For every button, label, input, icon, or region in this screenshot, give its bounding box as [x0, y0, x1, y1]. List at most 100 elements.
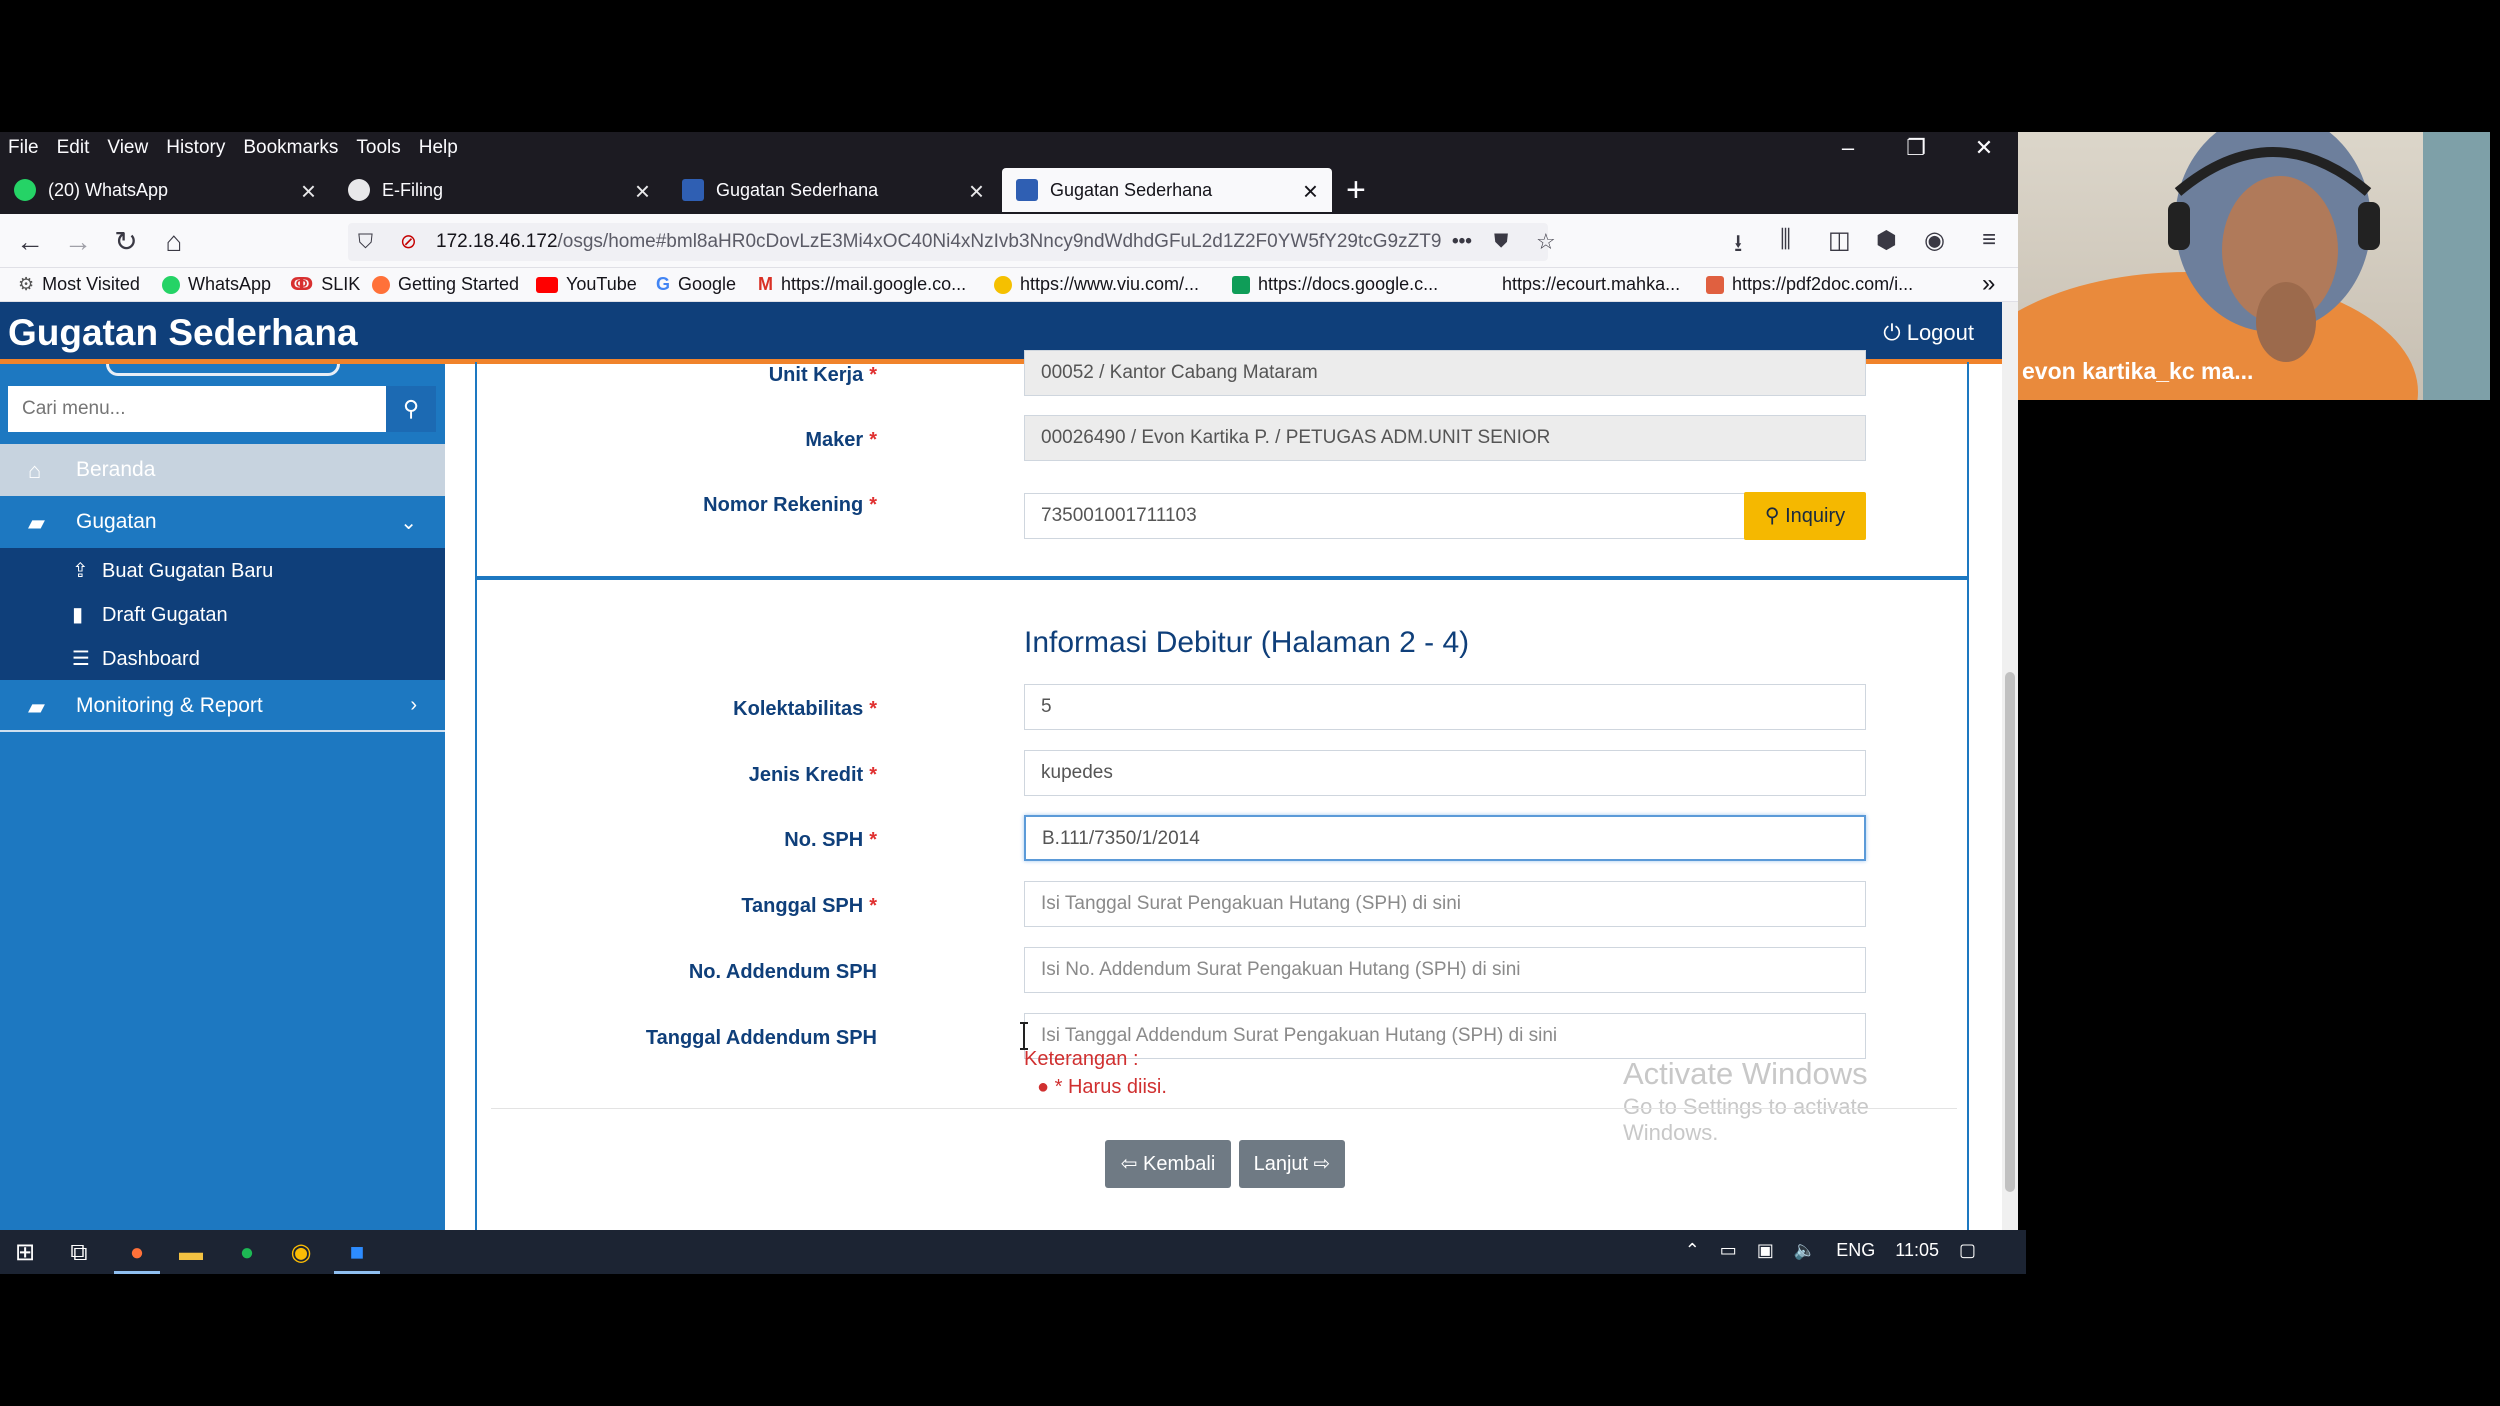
extension-icon[interactable]: ⬢	[1876, 226, 1897, 255]
back-icon[interactable]: ←	[12, 224, 48, 260]
file-explorer-icon[interactable]: ▬	[176, 1238, 206, 1268]
close-icon[interactable]: ×	[635, 176, 650, 207]
sidebar-subitem-dashboard[interactable]: ☰ Dashboard	[72, 646, 200, 671]
minimize-button[interactable]: –	[1814, 132, 1882, 164]
download-icon[interactable]: ⭳	[1734, 226, 1742, 267]
sidebar-item-beranda[interactable]: ⌂ Beranda	[0, 444, 445, 496]
tab-whatsapp[interactable]: (20) WhatsApp ×	[0, 168, 330, 212]
bookmark-docs[interactable]: https://docs.google.c...	[1232, 274, 1438, 295]
bookmark-ecourt[interactable]: https://ecourt.mahka...	[1502, 274, 1680, 295]
tab-gugatan-1[interactable]: Gugatan Sederhana ×	[668, 168, 998, 212]
windows-start-icon[interactable]: ⊞	[10, 1238, 40, 1268]
bookmark-slik[interactable]: ↂ SLIK	[290, 274, 360, 295]
menu-bookmarks[interactable]: Bookmarks	[234, 137, 347, 159]
url-text[interactable]: 172.18.46.172/osgs/home#bml8aHR0cDovLzE3…	[436, 223, 1446, 261]
bookmark-gmail[interactable]: Mhttps://mail.google.co...	[758, 274, 966, 295]
section-title: Informasi Debitur (Halaman 2 - 4)	[1024, 626, 1470, 659]
required-mark: *	[869, 764, 877, 786]
account-icon[interactable]: ◉	[1924, 226, 1945, 255]
chevron-right-icon: ›	[410, 694, 417, 716]
network-icon[interactable]: ▣	[1757, 1240, 1774, 1261]
label-text: Kolektabilitas	[733, 698, 864, 720]
menu-history[interactable]: History	[157, 137, 234, 159]
shield-icon[interactable]: ⛉	[358, 223, 373, 261]
tab-efiling[interactable]: E-Filing ×	[334, 168, 664, 212]
close-window-button[interactable]: ✕	[1950, 132, 2018, 164]
bookmark-pdf2doc[interactable]: https://pdf2doc.com/i...	[1706, 274, 1913, 295]
next-button[interactable]: Lanjut ⇨	[1239, 1140, 1345, 1188]
address-bar[interactable]: ⛉ ⊘ 172.18.46.172/osgs/home#bml8aHR0cDov…	[348, 223, 1556, 261]
hamburger-menu-icon[interactable]: ≡	[1982, 226, 1996, 254]
new-tab-button[interactable]: +	[1346, 168, 1366, 212]
nomor-rekening-field[interactable]: 735001001711103	[1024, 493, 1746, 539]
no-sph-field[interactable]: B.111/7350/1/2014	[1024, 815, 1866, 861]
spotify-icon[interactable]: ●	[232, 1238, 262, 1268]
sidebar-item-monitoring[interactable]: ▰ Monitoring & Report ›	[0, 680, 445, 732]
keterangan-text: * Harus diisi.	[1054, 1076, 1167, 1098]
sidebar-item-label: Gugatan	[76, 510, 157, 533]
kolektabilitas-field[interactable]: 5	[1024, 684, 1866, 730]
tab-gugatan-active[interactable]: Gugatan Sederhana ×	[1002, 168, 1332, 212]
unit-kerja-field[interactable]: 00052 / Kantor Cabang Mataram	[1024, 350, 1866, 396]
logout-button[interactable]: ⏻ Logout	[1883, 320, 1974, 346]
more-actions-icon[interactable]: •••	[1452, 223, 1472, 261]
clock[interactable]: 11:05	[1895, 1240, 1939, 1261]
insecure-lock-icon[interactable]: ⊘	[400, 223, 417, 261]
close-icon[interactable]: ×	[301, 176, 316, 207]
sidebar-subitem-draft[interactable]: ▮ Draft Gugatan	[72, 602, 228, 627]
more-bookmarks-icon[interactable]: »	[1982, 270, 1995, 298]
scrollbar-thumb[interactable]	[2005, 672, 2015, 1192]
home-icon[interactable]: ⌂	[156, 224, 192, 260]
sidebar-subitem-buat-gugatan[interactable]: ⇪ Buat Gugatan Baru	[72, 558, 273, 583]
bookmark-most-visited[interactable]: ⚙ Most Visited	[18, 274, 140, 295]
jenis-kredit-label: Jenis Kredit *	[477, 764, 877, 787]
firefox-icon[interactable]: ●	[122, 1238, 152, 1268]
bookmark-youtube[interactable]: YouTube	[536, 274, 637, 295]
menu-help[interactable]: Help	[410, 137, 467, 159]
maker-field[interactable]: 00026490 / Evon Kartika P. / PETUGAS ADM…	[1024, 415, 1866, 461]
menu-tools[interactable]: Tools	[347, 137, 409, 159]
library-icon[interactable]: ⫼	[1780, 226, 1791, 254]
sidebar-submenu: ⇪ Buat Gugatan Baru ▮ Draft Gugatan ☰ Dashb…	[0, 548, 445, 680]
chevron-up-icon[interactable]: ⌃	[1685, 1240, 1700, 1261]
home-icon: ⌂	[28, 458, 42, 483]
sidebar-icon[interactable]: ◫	[1828, 226, 1851, 255]
menu-view[interactable]: View	[98, 137, 157, 159]
tanggal-sph-field[interactable]: Isi Tanggal Surat Pengakuan Hutang (SPH)…	[1024, 881, 1866, 927]
bookmark-viu[interactable]: https://www.viu.com/...	[994, 274, 1199, 295]
restore-button[interactable]: ❐	[1882, 132, 1950, 164]
bookmark-whatsapp[interactable]: WhatsApp	[162, 274, 271, 295]
label-text: Unit Kerja	[768, 364, 864, 386]
browser-window: File Edit View History Bookmarks Tools H…	[0, 132, 2018, 1230]
battery-icon[interactable]: ▭	[1720, 1240, 1737, 1261]
bullet-icon: ●	[1037, 1076, 1055, 1098]
bookmark-getting-started[interactable]: Getting Started	[372, 274, 519, 295]
forward-icon[interactable]: →	[60, 224, 96, 260]
required-mark: *	[869, 364, 877, 386]
chrome-icon[interactable]: ◉	[286, 1238, 316, 1268]
tanggal-addendum-field[interactable]: Isi Tanggal Addendum Surat Pengakuan Hut…	[1024, 1013, 1866, 1059]
no-addendum-field[interactable]: Isi No. Addendum Surat Pengakuan Hutang …	[1024, 947, 1866, 993]
reload-icon[interactable]: ↻	[108, 224, 144, 260]
close-icon[interactable]: ×	[969, 176, 984, 207]
pocket-icon[interactable]: ⛊	[1494, 223, 1508, 261]
close-icon[interactable]: ×	[1303, 176, 1318, 207]
keterangan-label: Keterangan :	[1024, 1048, 1139, 1070]
label-text: Nomor Rekening	[703, 494, 864, 516]
notifications-icon[interactable]: ▢	[1959, 1240, 1976, 1261]
page-scrollbar[interactable]	[2002, 302, 2018, 1230]
task-view-icon[interactable]: ⧉	[64, 1238, 94, 1268]
menu-edit[interactable]: Edit	[48, 137, 99, 159]
volume-icon[interactable]: 🔈	[1794, 1240, 1816, 1261]
menu-search-input[interactable]	[8, 386, 386, 432]
language-indicator[interactable]: ENG	[1836, 1240, 1875, 1261]
inquiry-button[interactable]: ⚲ Inquiry	[1744, 492, 1866, 540]
zoom-icon[interactable]: ■	[342, 1238, 372, 1268]
menu-file[interactable]: File	[0, 137, 48, 159]
jenis-kredit-field[interactable]: kupedes	[1024, 750, 1866, 796]
sidebar-item-gugatan[interactable]: ▰ Gugatan ⌄	[0, 496, 445, 548]
search-button[interactable]: ⚲	[386, 386, 436, 432]
bookmark-star-icon[interactable]: ☆	[1536, 223, 1556, 261]
bookmark-google[interactable]: G Google	[656, 274, 736, 295]
back-button[interactable]: ⇦ Kembali	[1105, 1140, 1231, 1188]
